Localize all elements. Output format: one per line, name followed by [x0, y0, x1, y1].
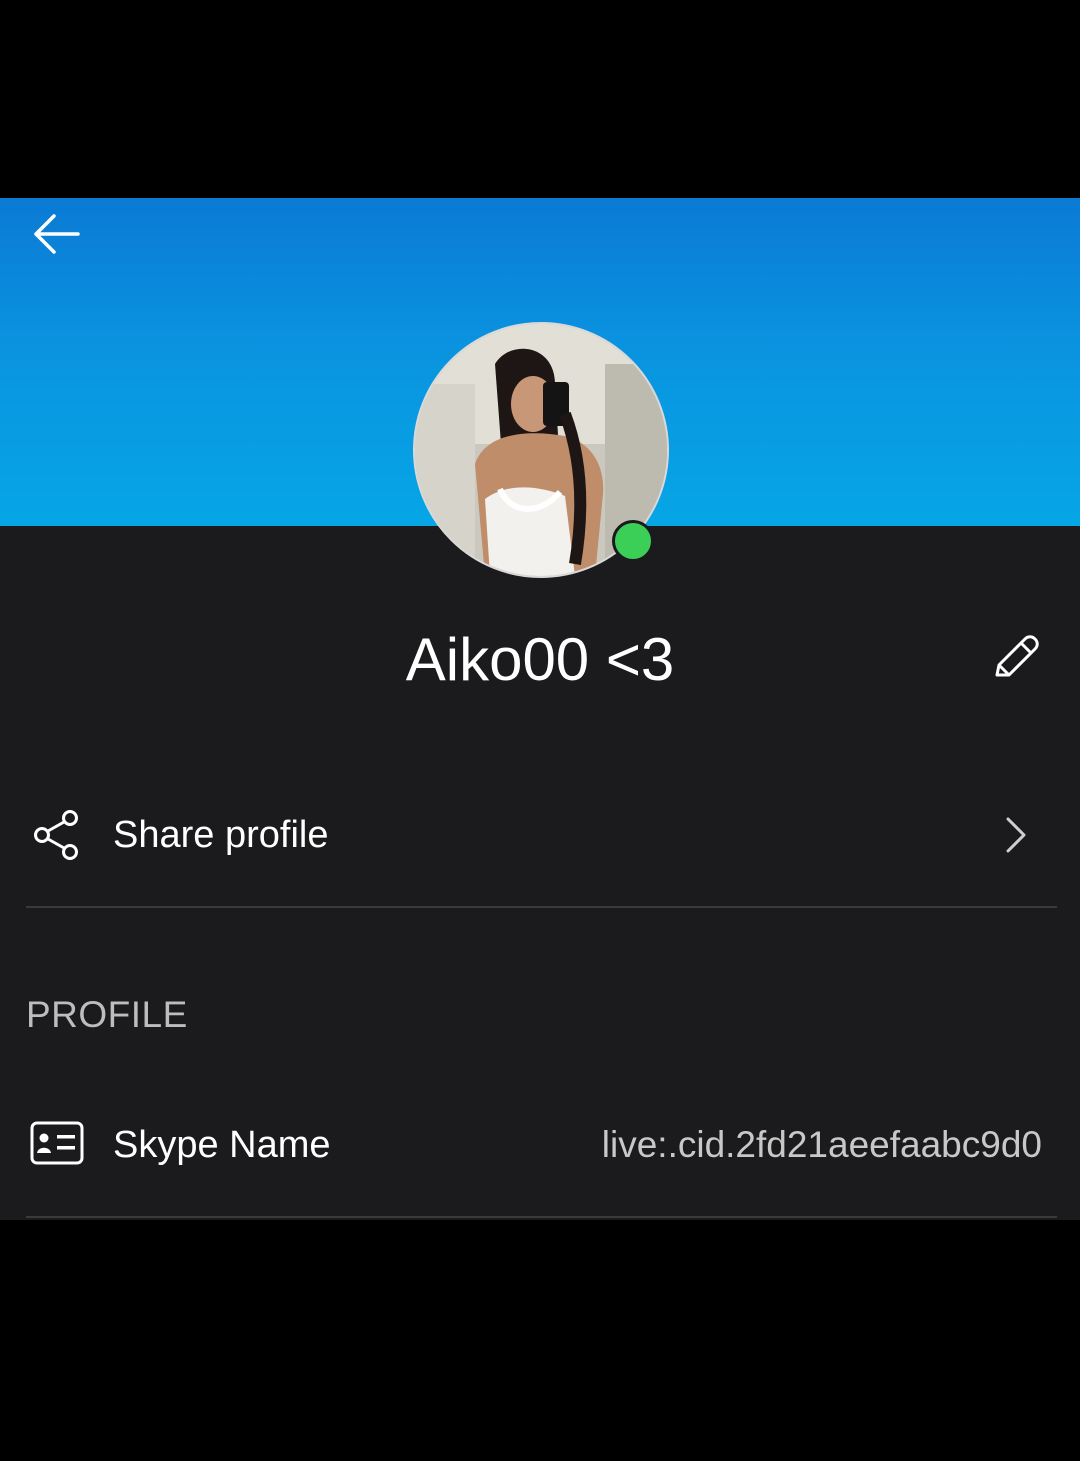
bottom-area: [0, 1220, 1080, 1461]
pencil-icon: [995, 635, 1039, 677]
status-bar-area: [0, 0, 1080, 198]
share-profile-row[interactable]: Share profile: [0, 790, 1080, 880]
divider: [26, 1216, 1057, 1218]
divider: [26, 906, 1057, 908]
share-icon: [28, 806, 86, 864]
online-status-dot: [612, 520, 654, 562]
avatar-container[interactable]: [413, 322, 669, 578]
profile-section-header: PROFILE: [26, 994, 188, 1035]
share-profile-label: Share profile: [113, 814, 329, 856]
chevron-right-icon: [996, 812, 1036, 858]
skype-name-value[interactable]: live:.cid.2fd21aeefaabc9d0: [602, 1122, 1042, 1168]
id-card-icon: [28, 1114, 86, 1172]
display-name: Aiko00 <3: [405, 626, 675, 693]
profile-screen: Aiko00 <3 Share profile PROFILE Skype Na…: [0, 0, 1080, 1461]
edit-name-button[interactable]: [982, 624, 1048, 690]
arrow-left-icon: [34, 214, 80, 254]
skype-name-label: Skype Name: [113, 1124, 331, 1166]
back-button[interactable]: [24, 206, 88, 262]
skype-name-row[interactable]: Skype Name live:.cid.2fd21aeefaabc9d0: [0, 1100, 1080, 1190]
